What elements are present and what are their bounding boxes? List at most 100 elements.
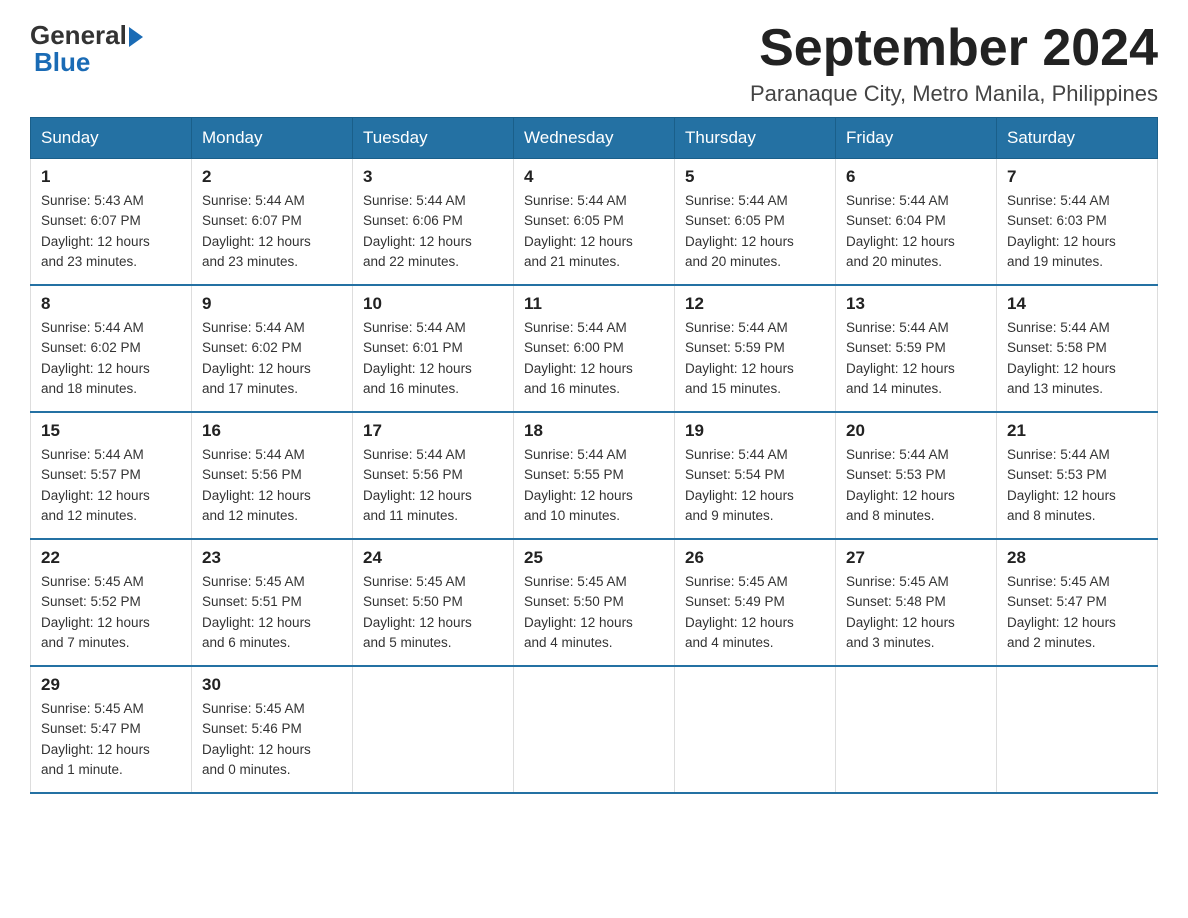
day-number: 2: [202, 167, 342, 187]
day-info: Sunrise: 5:44 AM Sunset: 5:59 PM Dayligh…: [846, 318, 986, 399]
calendar-week-row: 22 Sunrise: 5:45 AM Sunset: 5:52 PM Dayl…: [31, 539, 1158, 666]
day-info: Sunrise: 5:44 AM Sunset: 5:55 PM Dayligh…: [524, 445, 664, 526]
day-of-week-header: Tuesday: [353, 118, 514, 159]
calendar-day-cell: 6 Sunrise: 5:44 AM Sunset: 6:04 PM Dayli…: [836, 159, 997, 286]
calendar-week-row: 15 Sunrise: 5:44 AM Sunset: 5:57 PM Dayl…: [31, 412, 1158, 539]
calendar-day-cell: 23 Sunrise: 5:45 AM Sunset: 5:51 PM Dayl…: [192, 539, 353, 666]
day-info: Sunrise: 5:45 AM Sunset: 5:46 PM Dayligh…: [202, 699, 342, 780]
calendar-day-cell: 2 Sunrise: 5:44 AM Sunset: 6:07 PM Dayli…: [192, 159, 353, 286]
day-of-week-header: Saturday: [997, 118, 1158, 159]
day-info: Sunrise: 5:44 AM Sunset: 5:56 PM Dayligh…: [202, 445, 342, 526]
day-info: Sunrise: 5:45 AM Sunset: 5:50 PM Dayligh…: [363, 572, 503, 653]
day-info: Sunrise: 5:43 AM Sunset: 6:07 PM Dayligh…: [41, 191, 181, 272]
calendar-day-cell: 22 Sunrise: 5:45 AM Sunset: 5:52 PM Dayl…: [31, 539, 192, 666]
day-number: 21: [1007, 421, 1147, 441]
day-info: Sunrise: 5:44 AM Sunset: 6:05 PM Dayligh…: [524, 191, 664, 272]
day-info: Sunrise: 5:45 AM Sunset: 5:51 PM Dayligh…: [202, 572, 342, 653]
day-number: 27: [846, 548, 986, 568]
day-number: 16: [202, 421, 342, 441]
calendar-day-cell: 14 Sunrise: 5:44 AM Sunset: 5:58 PM Dayl…: [997, 285, 1158, 412]
calendar-week-row: 29 Sunrise: 5:45 AM Sunset: 5:47 PM Dayl…: [31, 666, 1158, 793]
day-info: Sunrise: 5:44 AM Sunset: 6:00 PM Dayligh…: [524, 318, 664, 399]
calendar-day-cell: [836, 666, 997, 793]
day-number: 15: [41, 421, 181, 441]
day-number: 24: [363, 548, 503, 568]
day-number: 22: [41, 548, 181, 568]
calendar-day-cell: [997, 666, 1158, 793]
day-of-week-header: Thursday: [675, 118, 836, 159]
day-info: Sunrise: 5:44 AM Sunset: 6:05 PM Dayligh…: [685, 191, 825, 272]
title-area: September 2024 Paranaque City, Metro Man…: [750, 20, 1158, 107]
day-number: 14: [1007, 294, 1147, 314]
calendar-day-cell: 4 Sunrise: 5:44 AM Sunset: 6:05 PM Dayli…: [514, 159, 675, 286]
day-info: Sunrise: 5:44 AM Sunset: 5:57 PM Dayligh…: [41, 445, 181, 526]
day-info: Sunrise: 5:45 AM Sunset: 5:47 PM Dayligh…: [41, 699, 181, 780]
day-of-week-header: Sunday: [31, 118, 192, 159]
day-info: Sunrise: 5:44 AM Sunset: 5:56 PM Dayligh…: [363, 445, 503, 526]
day-number: 23: [202, 548, 342, 568]
day-number: 5: [685, 167, 825, 187]
calendar-day-cell: 28 Sunrise: 5:45 AM Sunset: 5:47 PM Dayl…: [997, 539, 1158, 666]
logo-arrow-icon: [129, 27, 143, 47]
day-number: 7: [1007, 167, 1147, 187]
day-number: 28: [1007, 548, 1147, 568]
calendar-day-cell: 9 Sunrise: 5:44 AM Sunset: 6:02 PM Dayli…: [192, 285, 353, 412]
day-number: 13: [846, 294, 986, 314]
calendar-day-cell: 27 Sunrise: 5:45 AM Sunset: 5:48 PM Dayl…: [836, 539, 997, 666]
logo: General Blue: [30, 20, 143, 78]
calendar-day-cell: 13 Sunrise: 5:44 AM Sunset: 5:59 PM Dayl…: [836, 285, 997, 412]
calendar-day-cell: 17 Sunrise: 5:44 AM Sunset: 5:56 PM Dayl…: [353, 412, 514, 539]
calendar-day-cell: 12 Sunrise: 5:44 AM Sunset: 5:59 PM Dayl…: [675, 285, 836, 412]
calendar-day-cell: 15 Sunrise: 5:44 AM Sunset: 5:57 PM Dayl…: [31, 412, 192, 539]
calendar-day-cell: [675, 666, 836, 793]
day-info: Sunrise: 5:45 AM Sunset: 5:48 PM Dayligh…: [846, 572, 986, 653]
day-info: Sunrise: 5:44 AM Sunset: 6:07 PM Dayligh…: [202, 191, 342, 272]
calendar-day-cell: 1 Sunrise: 5:43 AM Sunset: 6:07 PM Dayli…: [31, 159, 192, 286]
day-info: Sunrise: 5:44 AM Sunset: 6:03 PM Dayligh…: [1007, 191, 1147, 272]
month-title: September 2024: [750, 20, 1158, 77]
day-number: 9: [202, 294, 342, 314]
calendar-table: SundayMondayTuesdayWednesdayThursdayFrid…: [30, 117, 1158, 794]
day-info: Sunrise: 5:45 AM Sunset: 5:49 PM Dayligh…: [685, 572, 825, 653]
calendar-day-cell: 7 Sunrise: 5:44 AM Sunset: 6:03 PM Dayli…: [997, 159, 1158, 286]
day-info: Sunrise: 5:44 AM Sunset: 6:04 PM Dayligh…: [846, 191, 986, 272]
calendar-day-cell: [514, 666, 675, 793]
calendar-day-cell: 26 Sunrise: 5:45 AM Sunset: 5:49 PM Dayl…: [675, 539, 836, 666]
day-number: 18: [524, 421, 664, 441]
day-of-week-header: Monday: [192, 118, 353, 159]
day-info: Sunrise: 5:45 AM Sunset: 5:50 PM Dayligh…: [524, 572, 664, 653]
calendar-day-cell: 21 Sunrise: 5:44 AM Sunset: 5:53 PM Dayl…: [997, 412, 1158, 539]
day-number: 26: [685, 548, 825, 568]
location-title: Paranaque City, Metro Manila, Philippine…: [750, 81, 1158, 107]
calendar-day-cell: 29 Sunrise: 5:45 AM Sunset: 5:47 PM Dayl…: [31, 666, 192, 793]
calendar-day-cell: 16 Sunrise: 5:44 AM Sunset: 5:56 PM Dayl…: [192, 412, 353, 539]
day-info: Sunrise: 5:44 AM Sunset: 6:02 PM Dayligh…: [202, 318, 342, 399]
calendar-day-cell: 24 Sunrise: 5:45 AM Sunset: 5:50 PM Dayl…: [353, 539, 514, 666]
calendar-day-cell: 30 Sunrise: 5:45 AM Sunset: 5:46 PM Dayl…: [192, 666, 353, 793]
day-info: Sunrise: 5:44 AM Sunset: 5:59 PM Dayligh…: [685, 318, 825, 399]
day-number: 10: [363, 294, 503, 314]
day-number: 3: [363, 167, 503, 187]
calendar-week-row: 8 Sunrise: 5:44 AM Sunset: 6:02 PM Dayli…: [31, 285, 1158, 412]
page-header: General Blue September 2024 Paranaque Ci…: [30, 20, 1158, 107]
day-info: Sunrise: 5:44 AM Sunset: 5:54 PM Dayligh…: [685, 445, 825, 526]
calendar-day-cell: 11 Sunrise: 5:44 AM Sunset: 6:00 PM Dayl…: [514, 285, 675, 412]
day-number: 20: [846, 421, 986, 441]
day-number: 6: [846, 167, 986, 187]
day-number: 25: [524, 548, 664, 568]
day-info: Sunrise: 5:44 AM Sunset: 6:01 PM Dayligh…: [363, 318, 503, 399]
calendar-day-cell: 3 Sunrise: 5:44 AM Sunset: 6:06 PM Dayli…: [353, 159, 514, 286]
calendar-week-row: 1 Sunrise: 5:43 AM Sunset: 6:07 PM Dayli…: [31, 159, 1158, 286]
day-number: 29: [41, 675, 181, 695]
day-info: Sunrise: 5:44 AM Sunset: 6:06 PM Dayligh…: [363, 191, 503, 272]
calendar-day-cell: 8 Sunrise: 5:44 AM Sunset: 6:02 PM Dayli…: [31, 285, 192, 412]
logo-blue: Blue: [34, 47, 90, 78]
day-info: Sunrise: 5:44 AM Sunset: 5:53 PM Dayligh…: [1007, 445, 1147, 526]
day-info: Sunrise: 5:44 AM Sunset: 5:53 PM Dayligh…: [846, 445, 986, 526]
day-info: Sunrise: 5:44 AM Sunset: 5:58 PM Dayligh…: [1007, 318, 1147, 399]
calendar-header-row: SundayMondayTuesdayWednesdayThursdayFrid…: [31, 118, 1158, 159]
day-number: 4: [524, 167, 664, 187]
calendar-day-cell: [353, 666, 514, 793]
day-number: 30: [202, 675, 342, 695]
calendar-day-cell: 10 Sunrise: 5:44 AM Sunset: 6:01 PM Dayl…: [353, 285, 514, 412]
